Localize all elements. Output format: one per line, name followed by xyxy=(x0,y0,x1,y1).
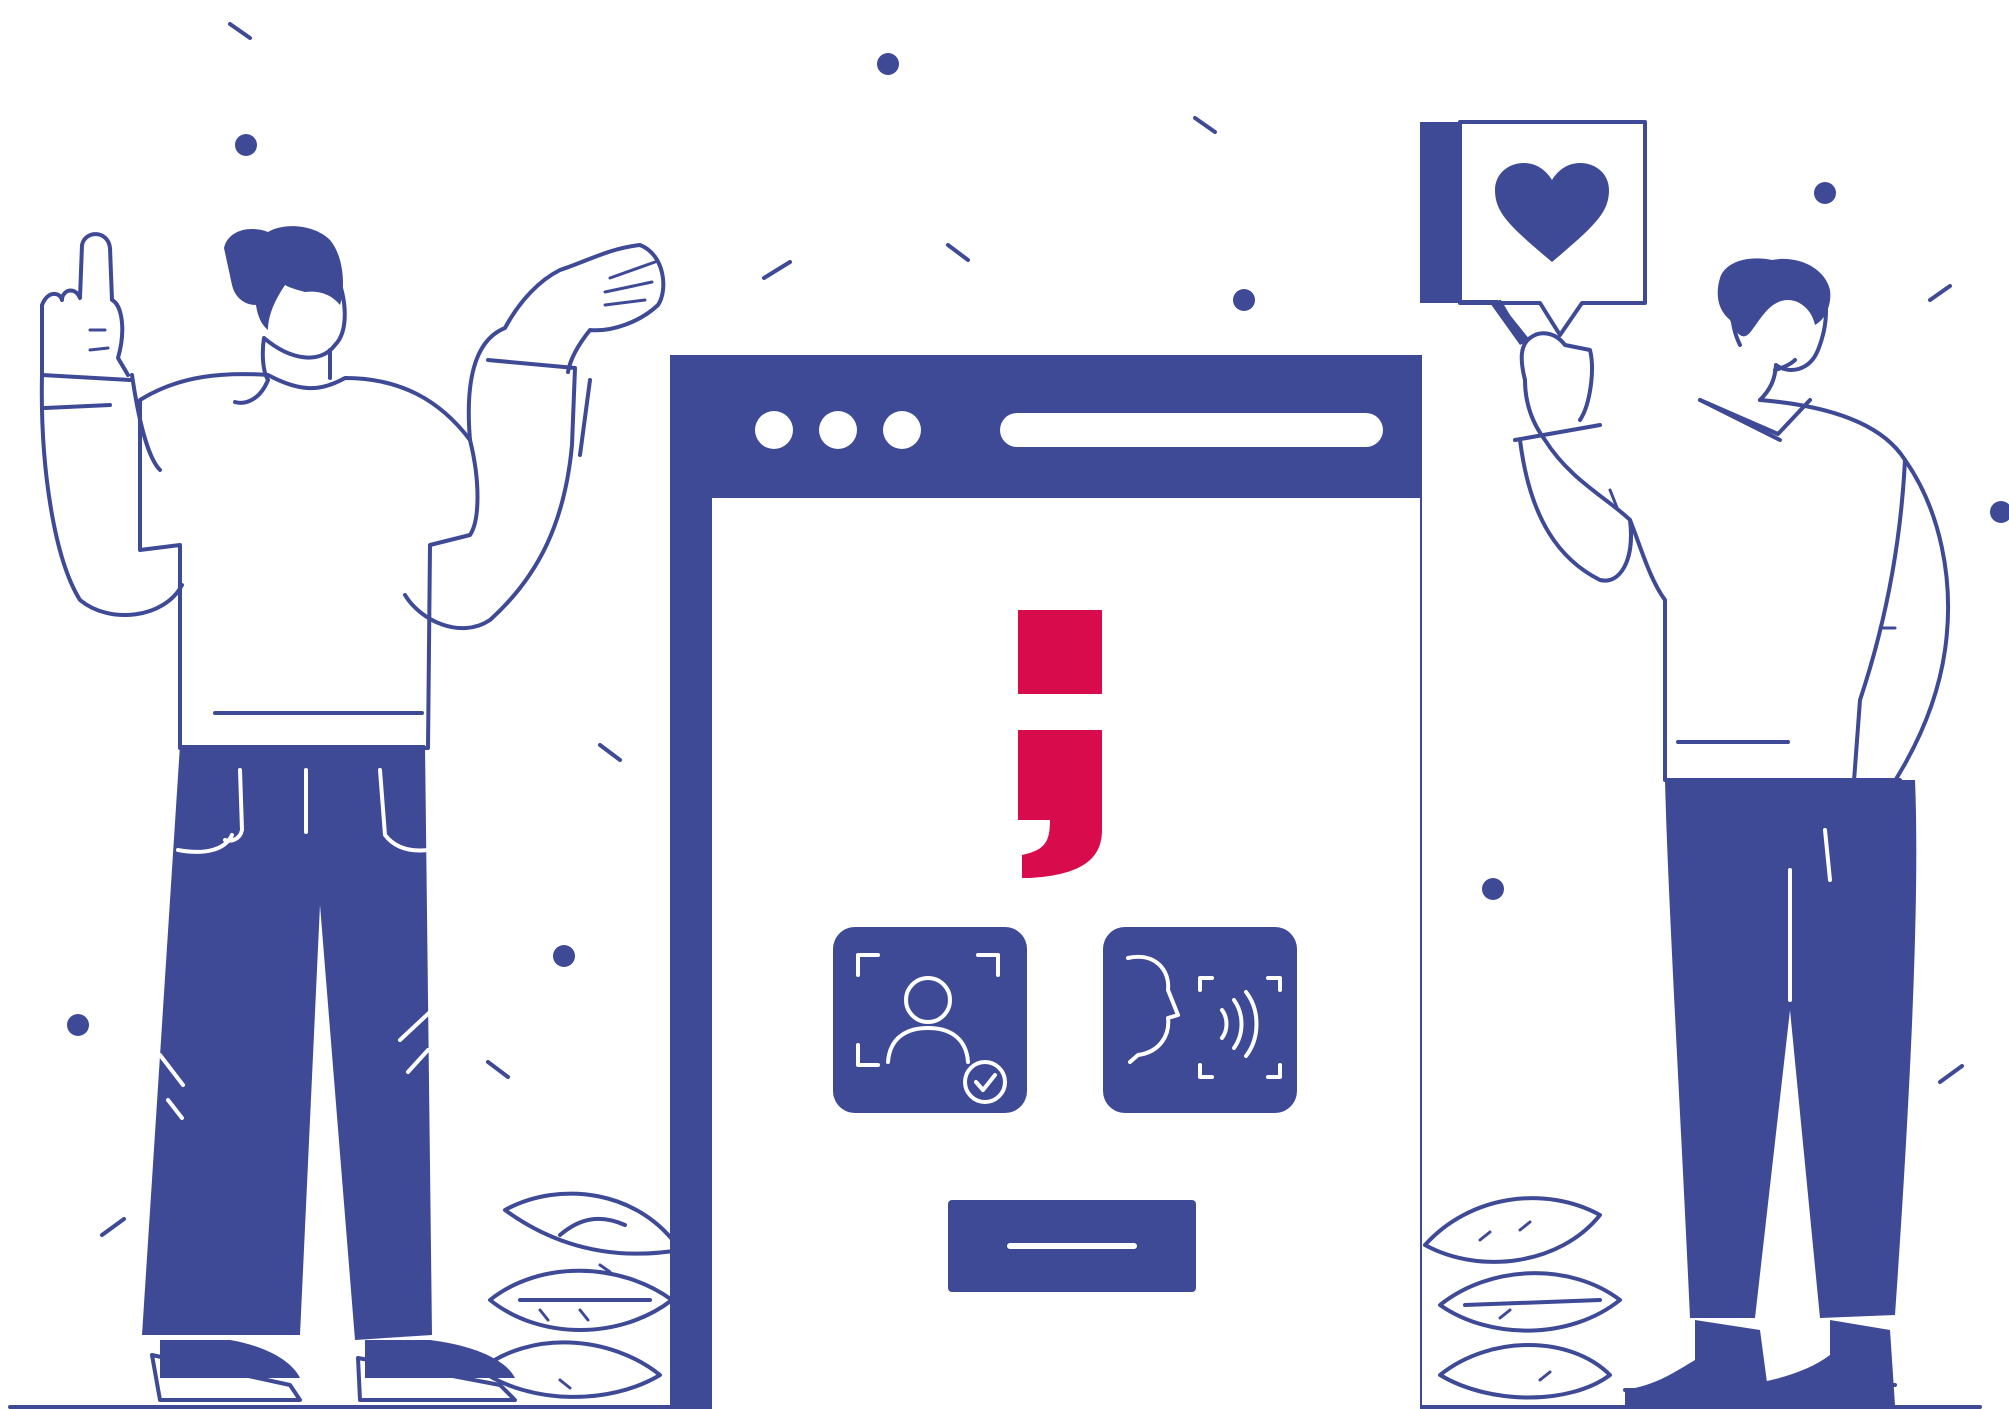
window-dot-icon xyxy=(883,411,921,449)
heart-sign xyxy=(1420,120,1647,345)
plant-right xyxy=(1423,1196,1622,1400)
plant-left xyxy=(478,1191,682,1399)
voice-recognition-tile[interactable] xyxy=(1103,927,1297,1113)
address-bar xyxy=(1000,413,1383,447)
face-recognition-tile[interactable] xyxy=(833,927,1027,1113)
action-button[interactable] xyxy=(948,1200,1196,1292)
illustration-canvas xyxy=(8,22,2009,1409)
window-dot-icon xyxy=(819,411,857,449)
heart-icon xyxy=(1495,163,1609,262)
person-left xyxy=(39,226,666,1402)
browser-window xyxy=(670,355,1422,1409)
illustration-scene xyxy=(0,0,2009,1409)
person-right xyxy=(1420,120,1951,1405)
window-dot-icon xyxy=(755,411,793,449)
window-controls xyxy=(755,411,921,449)
